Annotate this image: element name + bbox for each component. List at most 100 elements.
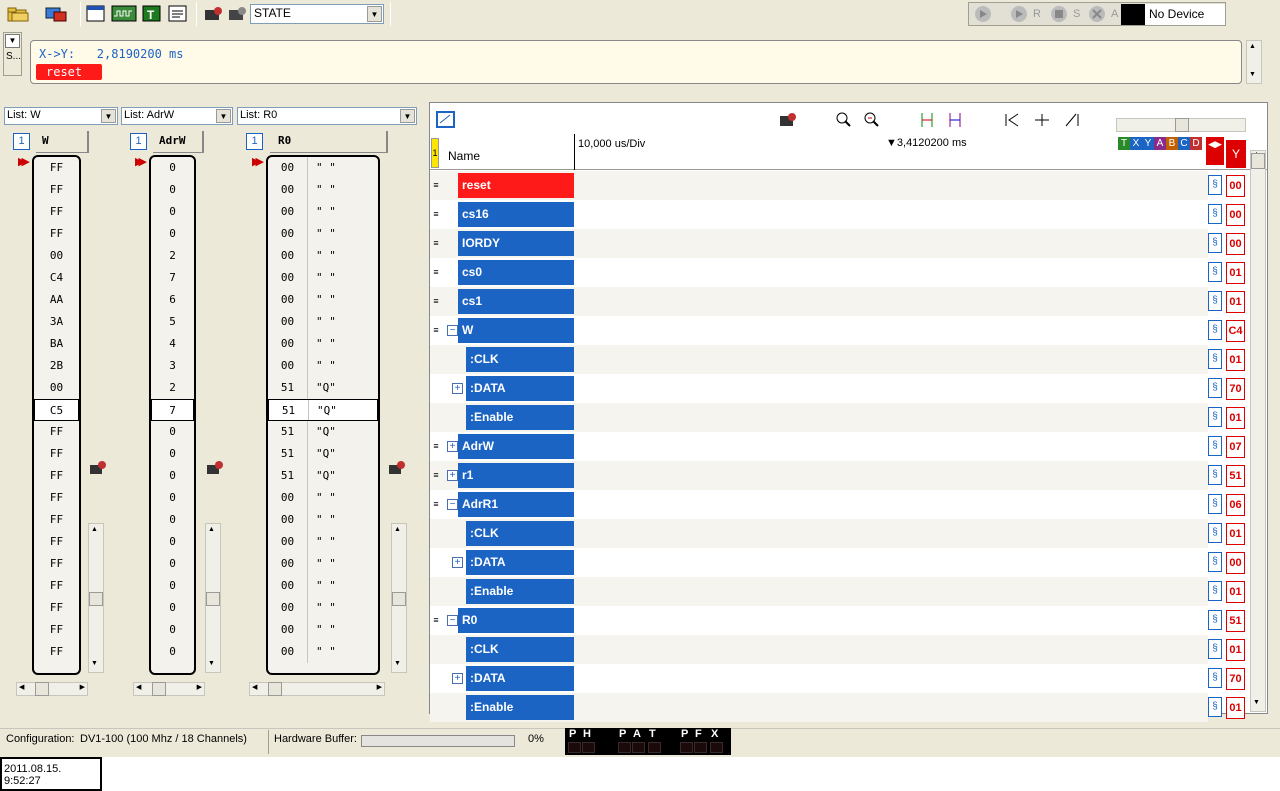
- list-select-2[interactable]: List: R0 ▼: [237, 107, 417, 125]
- signal-name[interactable]: cs16: [458, 202, 574, 227]
- cursor-readout-scrollbar[interactable]: ▲ ▼: [1246, 40, 1262, 84]
- list-item[interactable]: 00 " ": [268, 355, 378, 377]
- row-grip-icon[interactable]: ≡: [431, 608, 441, 633]
- scroll-down-icon[interactable]: ▼: [1249, 71, 1256, 78]
- list-item[interactable]: BA: [34, 333, 79, 355]
- list-vertical-scrollbar[interactable]: ▲ ▼: [391, 523, 407, 673]
- list-select-0[interactable]: List: W ▼: [4, 107, 118, 125]
- abort-icon[interactable]: [1087, 5, 1107, 23]
- list-item[interactable]: 00 " ": [268, 245, 378, 267]
- list-trigger-icon[interactable]: [89, 460, 107, 476]
- list-item[interactable]: 51 "Q": [268, 377, 378, 399]
- list-item[interactable]: 0: [151, 619, 194, 641]
- list-item[interactable]: C5: [34, 399, 79, 421]
- list-item[interactable]: 0: [151, 201, 194, 223]
- list-item[interactable]: 00: [34, 245, 79, 267]
- signal-settings-icon[interactable]: §: [1208, 610, 1222, 630]
- list-item[interactable]: 3A: [34, 311, 79, 333]
- chevron-down-icon[interactable]: ▼: [400, 109, 415, 123]
- cursor-signal-badge[interactable]: reset: [36, 64, 102, 80]
- list-item[interactable]: FF: [34, 157, 79, 179]
- channel-letter[interactable]: Y: [1142, 137, 1154, 150]
- waveform-view-icon[interactable]: [110, 4, 138, 24]
- list-item[interactable]: 00 " ": [268, 575, 378, 597]
- list-item[interactable]: 0: [151, 223, 194, 245]
- signal-name[interactable]: :CLK: [466, 521, 574, 546]
- expand-icon[interactable]: +: [447, 441, 458, 452]
- list-item[interactable]: FF: [34, 421, 79, 443]
- list-item[interactable]: 00 " ": [268, 201, 378, 223]
- list-item[interactable]: 0: [151, 575, 194, 597]
- list-header[interactable]: R0: [270, 131, 388, 153]
- waveform-vertical-scrollbar[interactable]: ▲ ▼: [1250, 150, 1266, 712]
- signal-name[interactable]: W: [458, 318, 574, 343]
- list-item[interactable]: 7: [151, 399, 194, 421]
- signal-name[interactable]: :DATA: [466, 550, 574, 575]
- expand-icon[interactable]: +: [447, 470, 458, 481]
- list-item[interactable]: FF: [34, 553, 79, 575]
- list-item[interactable]: 00 " ": [268, 487, 378, 509]
- channel-letter-bar[interactable]: TXYABCD: [1118, 137, 1202, 150]
- list-item[interactable]: 0: [151, 179, 194, 201]
- signal-name[interactable]: IORDY: [458, 231, 574, 256]
- zoom-out-icon[interactable]: [862, 111, 882, 129]
- list-item[interactable]: FF: [34, 641, 79, 663]
- list-item[interactable]: FF: [34, 531, 79, 553]
- signal-settings-icon[interactable]: §: [1208, 697, 1222, 717]
- list-item[interactable]: 4: [151, 333, 194, 355]
- signal-settings-icon[interactable]: §: [1208, 465, 1222, 485]
- trigger-marker-icon[interactable]: [778, 111, 798, 129]
- row-grip-icon[interactable]: ≡: [431, 173, 441, 198]
- channel-letter[interactable]: D: [1190, 137, 1202, 150]
- signal-name[interactable]: cs1: [458, 289, 574, 314]
- open-folder-icon[interactable]: [6, 4, 30, 24]
- row-grip-icon[interactable]: ≡: [431, 289, 441, 314]
- list-item[interactable]: 2: [151, 245, 194, 267]
- trigger-settings-icon[interactable]: [202, 4, 226, 24]
- timeline-nav-icon[interactable]: ◀▶: [1206, 137, 1224, 165]
- signal-name[interactable]: reset: [458, 173, 574, 198]
- signal-settings-icon[interactable]: §: [1208, 581, 1222, 601]
- list-item[interactable]: 00 " ": [268, 223, 378, 245]
- list-item[interactable]: 3: [151, 355, 194, 377]
- channel-letter[interactable]: X: [1130, 137, 1142, 150]
- signal-settings-icon[interactable]: §: [1208, 349, 1222, 369]
- signal-name[interactable]: :DATA: [466, 376, 574, 401]
- text-view-icon[interactable]: T: [140, 4, 164, 24]
- signal-name[interactable]: :Enable: [466, 579, 574, 604]
- list-item[interactable]: C4: [34, 267, 79, 289]
- list-item[interactable]: 51 "Q": [268, 421, 378, 443]
- device-connect-icon[interactable]: [44, 4, 68, 24]
- channel-letter[interactable]: T: [1118, 137, 1130, 150]
- list-item[interactable]: FF: [34, 179, 79, 201]
- list-trigger-icon[interactable]: [206, 460, 224, 476]
- list-item[interactable]: 0: [151, 421, 194, 443]
- signal-name[interactable]: AdrR1: [458, 492, 574, 517]
- signal-settings-icon[interactable]: §: [1208, 320, 1222, 340]
- list-item[interactable]: 6: [151, 289, 194, 311]
- list-item[interactable]: 51 "Q": [268, 443, 378, 465]
- list-item[interactable]: FF: [34, 597, 79, 619]
- list-horizontal-scrollbar[interactable]: ◀ ▶: [16, 682, 88, 696]
- list-item[interactable]: 0: [151, 465, 194, 487]
- list-item[interactable]: 51 "Q": [268, 465, 378, 487]
- list-item[interactable]: 2: [151, 377, 194, 399]
- zoom-in-icon[interactable]: [834, 111, 854, 129]
- list-item[interactable]: 0: [151, 641, 194, 663]
- signal-name[interactable]: :CLK: [466, 637, 574, 662]
- list-item[interactable]: 7: [151, 267, 194, 289]
- run-icon[interactable]: [1009, 5, 1029, 23]
- list-item[interactable]: FF: [34, 223, 79, 245]
- list-item[interactable]: 00 " ": [268, 641, 378, 663]
- signal-settings-icon[interactable]: §: [1208, 378, 1222, 398]
- scroll-up-icon[interactable]: ▲: [1249, 43, 1256, 50]
- row-grip-icon[interactable]: ≡: [431, 492, 441, 517]
- list-item[interactable]: 00 " ": [268, 267, 378, 289]
- list-select-1[interactable]: List: AdrW ▼: [121, 107, 233, 125]
- list-vertical-scrollbar[interactable]: ▲ ▼: [88, 523, 104, 673]
- signal-name[interactable]: :Enable: [466, 405, 574, 430]
- list-item[interactable]: FF: [34, 575, 79, 597]
- list-trigger-icon[interactable]: [388, 460, 406, 476]
- row-grip-icon[interactable]: ≡: [431, 463, 441, 488]
- collapse-icon[interactable]: −: [447, 325, 458, 336]
